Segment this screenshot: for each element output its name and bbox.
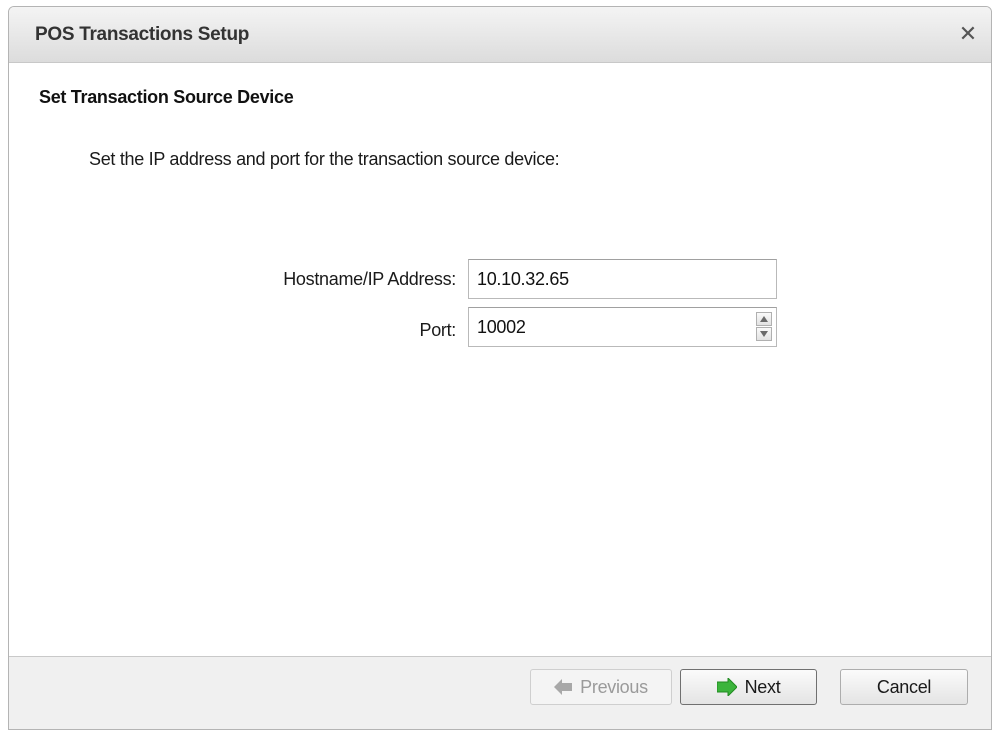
cancel-button-label: Cancel [876,676,932,697]
pos-setup-dialog: POS Transactions Setup ✕ Set Transaction… [8,6,992,730]
next-button[interactable]: Next [680,669,817,705]
port-spinner [756,312,772,342]
title-bar: POS Transactions Setup ✕ [9,7,991,63]
chevron-up-icon [760,316,768,322]
close-icon: ✕ [958,21,978,46]
instruction-text: Set the IP address and port for the tran… [89,149,560,169]
port-label: Port: [419,320,456,340]
cancel-button[interactable]: Cancel [840,669,968,705]
section-heading: Set Transaction Source Device [39,87,294,107]
previous-button[interactable]: Previous [530,669,672,705]
previous-button-label: Previous [580,676,648,697]
hostname-input[interactable] [468,259,777,299]
chevron-down-icon [760,331,768,337]
port-increment-button[interactable] [756,312,772,326]
port-decrement-button[interactable] [756,327,772,341]
port-stepper [468,307,777,347]
window-title: POS Transactions Setup [35,24,250,45]
footer-divider [9,656,991,657]
hostname-label: Hostname/IP Address: [283,269,456,289]
arrow-left-icon [554,679,573,695]
port-input[interactable] [469,308,755,346]
arrow-right-icon [716,678,737,696]
next-button-label: Next [744,676,781,697]
close-button[interactable]: ✕ [955,21,981,47]
